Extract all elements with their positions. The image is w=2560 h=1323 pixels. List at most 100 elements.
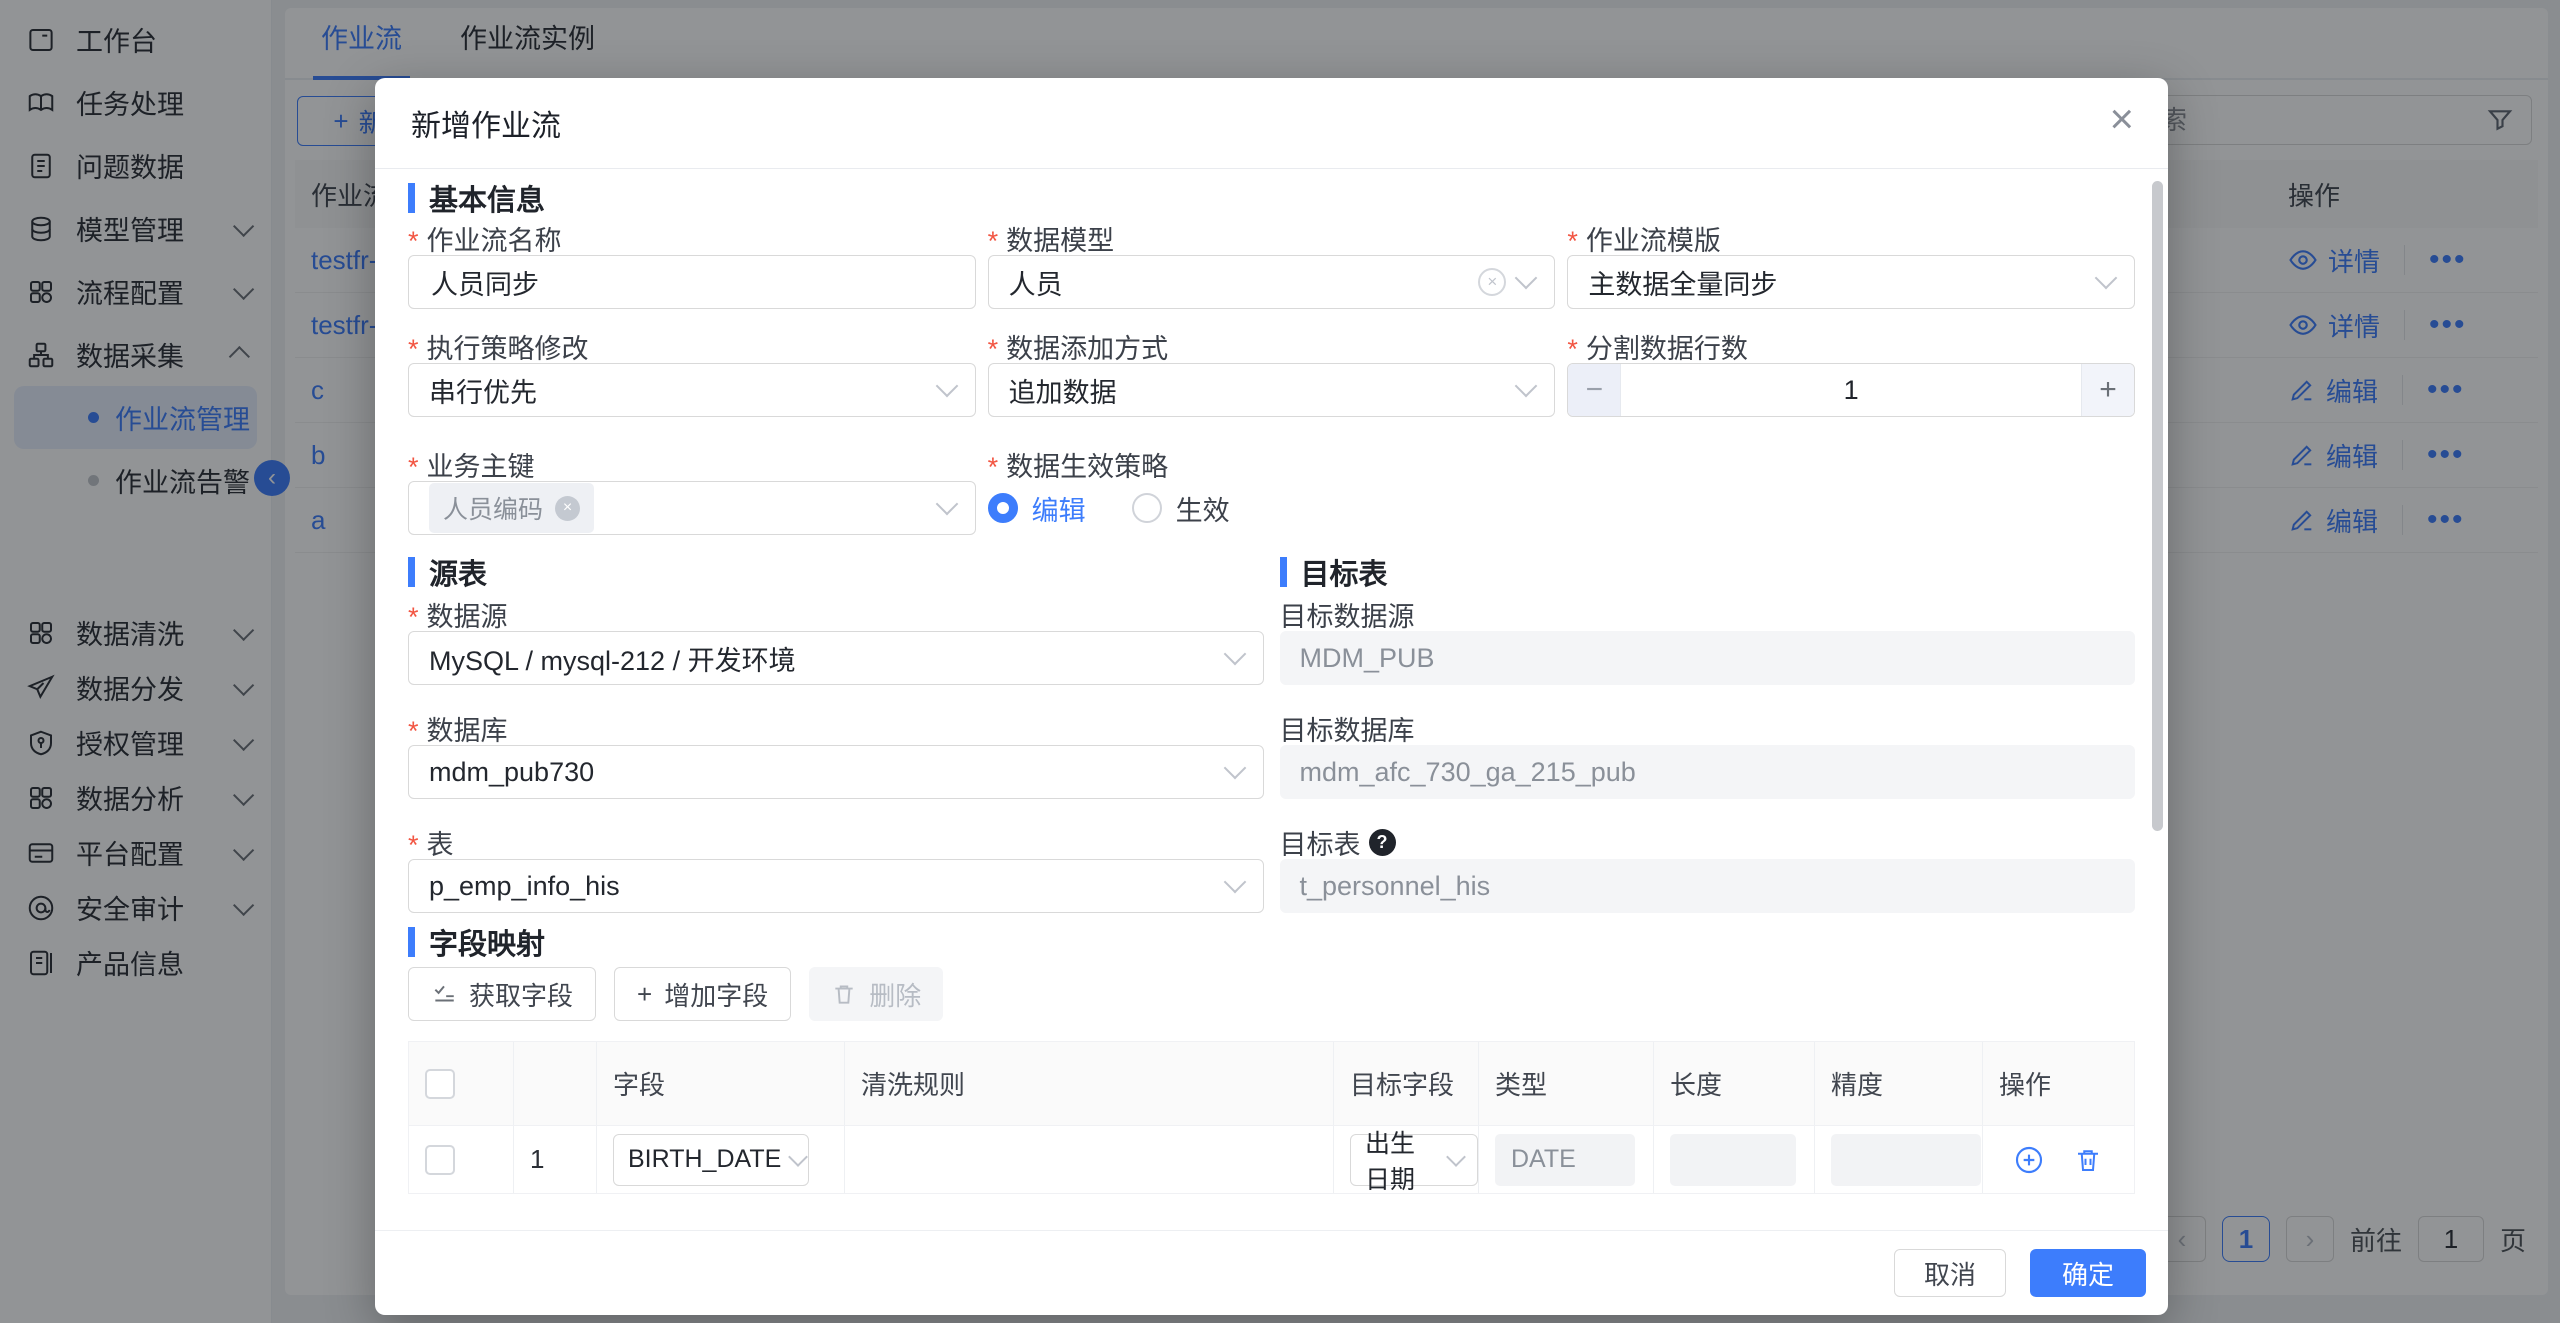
section-bar [1280,557,1287,587]
add-field-button[interactable]: + 增加字段 [614,967,791,1021]
stepper-plus-button[interactable]: + [2082,364,2134,416]
app-root: 工作台 任务处理 问题数据 模型管理 流程配置 数据采 [0,0,2560,1323]
field-workflow-template: *作业流模版 主数据全量同步 [1567,221,2135,309]
section-field-mapping: 字段映射 [408,927,2135,957]
help-icon[interactable]: ? [1369,829,1396,856]
chevron-down-icon [935,375,958,398]
delete-fields-button[interactable]: 删除 [809,967,943,1021]
stepper-minus-button[interactable]: − [1568,364,1620,416]
business-key-multiselect[interactable]: 人员编码 × [408,481,976,535]
modal-body: 基本信息 *作业流名称 *数据模型 人员 × [375,169,2168,1230]
field-data-model: *数据模型 人员 × [988,221,1556,309]
action-column-header: 操作 [1983,1042,2134,1125]
target-table-readonly: t_personnel_his [1280,859,2136,913]
required-star: * [408,716,419,747]
section-bar [408,927,415,957]
required-star: * [408,334,419,365]
delete-row-icon[interactable] [2073,1145,2103,1175]
field-table: *表 p_emp_info_his [408,825,1264,913]
mapping-table-header: 字段 清洗规则 目标字段 类型 长度 精度 操作 [409,1042,2134,1125]
chevron-down-icon [935,493,958,516]
field-data-add-mode: *数据添加方式 追加数据 [988,329,1556,417]
close-icon[interactable]: × [2109,98,2134,140]
target-field-select[interactable]: 出生日期 [1350,1134,1478,1186]
selected-tag: 人员编码 × [429,483,594,533]
field-workflow-name: *作业流名称 [408,221,976,309]
workflow-template-select[interactable]: 主数据全量同步 [1567,255,2135,309]
add-workflow-modal: 新增作业流 × 基本信息 *作业流名称 *数据模型 人员 [375,78,2168,1315]
field-effect-strategy: *数据生效策略 编辑 生效 [988,447,1556,535]
modal-header: 新增作业流 × [375,78,2168,169]
modal-title: 新增作业流 [411,101,561,145]
required-star: * [988,226,999,257]
row-checkbox[interactable] [425,1145,455,1175]
required-star: * [408,226,419,257]
target-datasource-readonly: MDM_PUB [1280,631,2136,685]
chevron-down-icon [1223,871,1246,894]
required-star: * [408,452,419,483]
radio-selected-icon [988,493,1018,523]
required-star: * [988,452,999,483]
section-bar [408,183,415,213]
precision-readonly [1831,1134,1981,1186]
target-database-readonly: mdm_afc_730_ga_215_pub [1280,745,2136,799]
confirm-button[interactable]: 确定 [2030,1249,2146,1297]
field-database: *数据库 mdm_pub730 [408,711,1264,799]
exec-strategy-select[interactable]: 串行优先 [408,363,976,417]
chevron-down-icon [2095,267,2118,290]
cancel-button[interactable]: 取消 [1894,1249,2006,1297]
datasource-select[interactable]: MySQL / mysql-212 / 开发环境 [408,631,1264,685]
length-column-header: 长度 [1654,1042,1815,1125]
chevron-down-icon [1446,1147,1466,1167]
data-add-mode-select[interactable]: 追加数据 [988,363,1556,417]
add-row-icon[interactable] [2013,1144,2045,1176]
tag-close-icon[interactable]: × [555,496,580,521]
field-split-rows: *分割数据行数 − 1 + [1567,329,2135,417]
chevron-down-icon [1223,643,1246,666]
required-star: * [1567,334,1578,365]
fetch-fields-button[interactable]: 获取字段 [408,967,596,1021]
field-target-table: 目标表 ? t_personnel_his [1280,825,2136,913]
chevron-down-icon [1223,757,1246,780]
split-rows-stepper: − 1 + [1567,363,2135,417]
clear-icon[interactable]: × [1478,268,1506,296]
type-readonly: DATE [1495,1134,1635,1186]
radio-active[interactable]: 生效 [1132,489,1230,528]
select-all-checkbox[interactable] [425,1069,455,1099]
table-select[interactable]: p_emp_info_his [408,859,1264,913]
fetch-fields-icon [431,981,457,1007]
type-column-header: 类型 [1479,1042,1654,1125]
modal-footer: 取消 确定 [375,1230,2168,1315]
target-column-header: 目标字段 [1334,1042,1479,1125]
section-source-table: 源表 [408,557,1264,587]
data-model-select[interactable]: 人员 × [988,255,1556,309]
stepper-value[interactable]: 1 [1620,364,2082,416]
section-bar [408,557,415,587]
trash-icon [831,981,857,1007]
field-exec-strategy: *执行策略修改 串行优先 [408,329,976,417]
database-select[interactable]: mdm_pub730 [408,745,1264,799]
field-column-header: 字段 [597,1042,845,1125]
row-index: 1 [514,1126,597,1193]
radio-edit[interactable]: 编辑 [988,489,1086,528]
radio-unselected-icon [1132,493,1162,523]
length-readonly [1670,1134,1796,1186]
section-basic-info: 基本信息 [408,183,2135,213]
field-mapping-table: 字段 清洗规则 目标字段 类型 长度 精度 操作 1 BIRTH_DATE [408,1041,2135,1194]
clean-rule-cell [845,1126,1334,1193]
chevron-down-icon [1515,375,1538,398]
required-star: * [988,334,999,365]
workflow-name-input[interactable] [408,255,976,309]
field-target-datasource: 目标数据源 MDM_PUB [1280,597,2136,685]
workflow-name-input-field[interactable] [429,266,955,299]
required-star: * [1567,226,1578,257]
source-field-select[interactable]: BIRTH_DATE [613,1134,809,1186]
index-column-header [514,1042,597,1125]
plus-icon: + [637,979,652,1010]
rule-column-header: 清洗规则 [845,1042,1334,1125]
modal-scrollbar[interactable] [2152,181,2163,831]
chevron-down-icon [788,1147,808,1167]
required-star: * [408,602,419,633]
field-business-key: *业务主键 人员编码 × [408,447,976,535]
required-star: * [408,830,419,861]
